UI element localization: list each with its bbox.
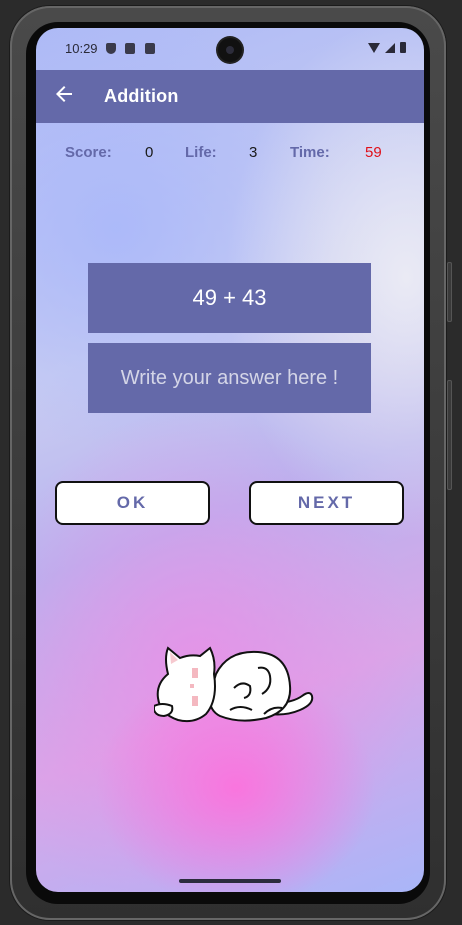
status-time: 10:29 — [65, 41, 98, 56]
next-button[interactable]: NEXT — [249, 481, 404, 525]
answer-input[interactable] — [88, 343, 371, 413]
score-label: Score: — [65, 144, 112, 161]
screen: 10:29 Addition Score: 0 Life: 3 Time: 59… — [36, 28, 424, 892]
ok-button[interactable]: OK — [55, 481, 210, 525]
volume-button — [447, 380, 452, 490]
stats-row: Score: 0 Life: 3 Time: 59 — [36, 144, 424, 168]
time-label: Time: — [290, 144, 330, 161]
question-display: 49 + 43 — [88, 263, 371, 333]
life-label: Life: — [185, 144, 217, 161]
sleeping-cat-icon — [154, 646, 314, 723]
wifi-icon — [368, 42, 380, 53]
score-value: 0 — [145, 144, 154, 161]
sd-card-icon — [125, 43, 135, 54]
question-text: 49 + 43 — [192, 285, 267, 310]
gesture-nav-handle[interactable] — [179, 879, 281, 883]
signal-icon — [385, 42, 395, 53]
shield-icon — [106, 43, 116, 54]
status-bar: 10:29 — [36, 28, 424, 70]
time-value: 59 — [365, 144, 382, 161]
life-value: 3 — [249, 144, 258, 161]
page-title: Addition — [104, 86, 179, 106]
power-button — [447, 262, 452, 322]
arrow-left-icon[interactable] — [52, 82, 76, 106]
camera-cutout — [218, 38, 242, 62]
app-bar: Addition — [36, 70, 424, 123]
status-icons — [368, 42, 406, 53]
font-a-icon — [145, 43, 155, 54]
battery-icon — [400, 42, 406, 53]
